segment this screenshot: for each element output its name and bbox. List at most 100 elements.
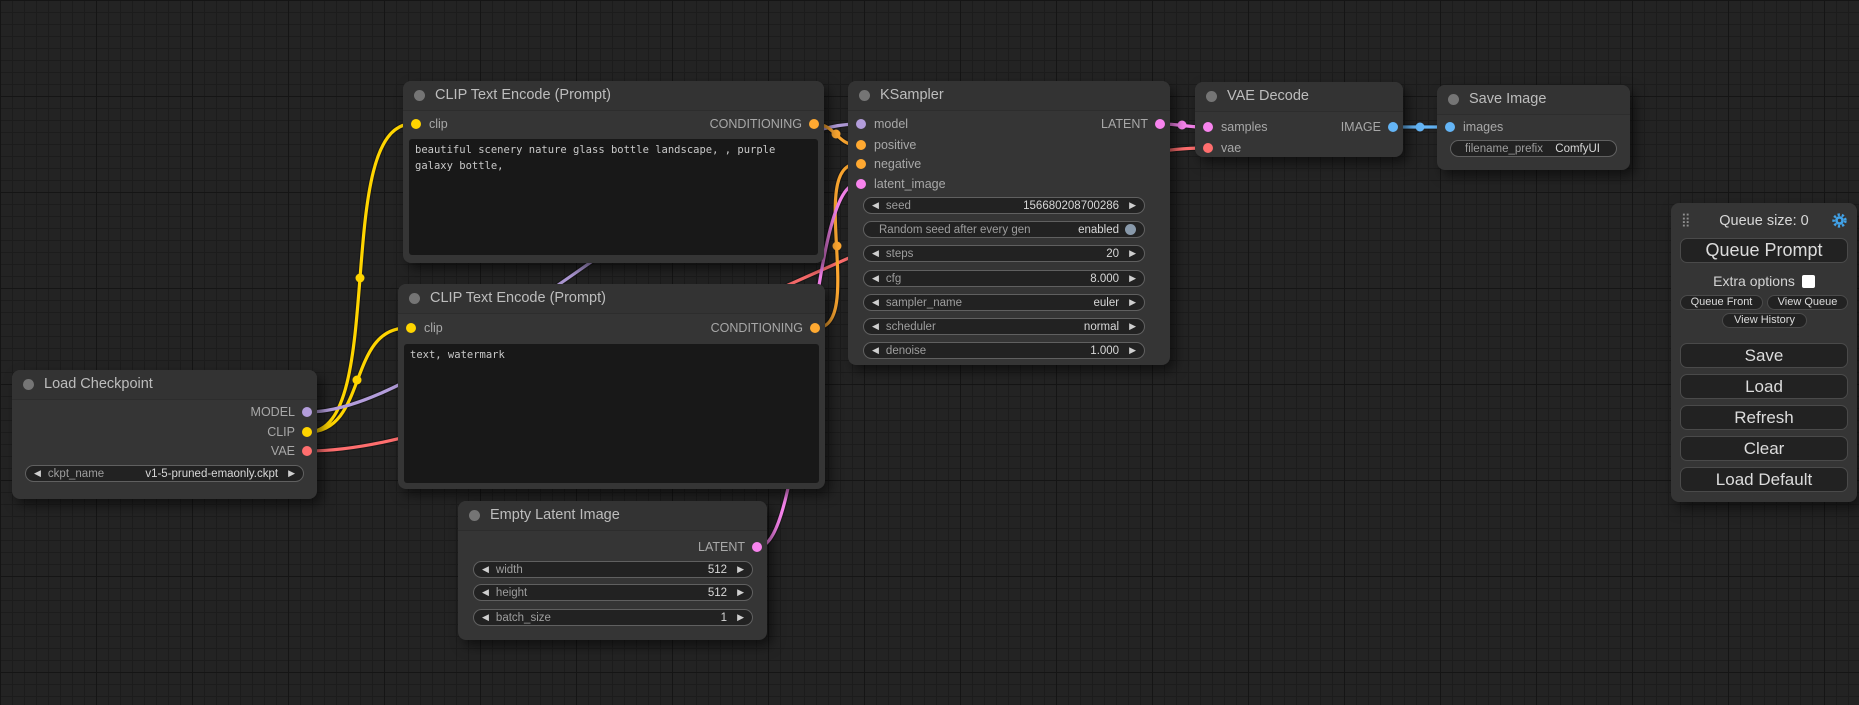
arrow-right-icon[interactable]: ▶: [1129, 294, 1136, 311]
denoise-widget[interactable]: ◀ denoise 1.000 ▶: [863, 342, 1145, 359]
arrow-right-icon[interactable]: ▶: [1129, 197, 1136, 214]
node-title: Load Checkpoint: [44, 376, 153, 392]
node-title-bar[interactable]: KSampler: [848, 81, 1170, 111]
arrow-left-icon[interactable]: ◀: [872, 245, 879, 262]
latent-output-port[interactable]: [1155, 119, 1165, 129]
node-load-checkpoint[interactable]: Load Checkpoint MODEL CLIP VAE ◀ ckpt_na…: [12, 370, 317, 499]
collapse-dot-icon[interactable]: [1448, 94, 1459, 105]
latent-image-input-port[interactable]: [856, 179, 866, 189]
arrow-left-icon[interactable]: ◀: [872, 197, 879, 214]
clip-output-port[interactable]: [302, 427, 312, 437]
latent-output-port[interactable]: [752, 542, 762, 552]
collapse-dot-icon[interactable]: [409, 293, 420, 304]
node-title: CLIP Text Encode (Prompt): [435, 87, 611, 103]
arrow-left-icon[interactable]: ◀: [872, 342, 879, 359]
negative-prompt-textarea[interactable]: text, watermark: [404, 344, 819, 483]
queue-panel[interactable]: ⣿ Queue size: 0 Queue Prompt Extra optio…: [1671, 203, 1857, 502]
conditioning-output-port[interactable]: [810, 323, 820, 333]
output-label-clip: CLIP: [267, 425, 295, 439]
output-label-model: MODEL: [251, 405, 295, 419]
settings-gear-icon[interactable]: [1831, 212, 1848, 229]
arrow-left-icon[interactable]: ◀: [872, 270, 879, 287]
node-title-bar[interactable]: CLIP Text Encode (Prompt): [398, 284, 825, 314]
arrow-right-icon[interactable]: ▶: [1129, 245, 1136, 262]
node-clip-text-encode-positive[interactable]: CLIP Text Encode (Prompt) clip CONDITION…: [403, 81, 824, 263]
cfg-widget[interactable]: ◀ cfg 8.000 ▶: [863, 270, 1145, 287]
filename-prefix-widget[interactable]: filename_prefix ComfyUI: [1450, 140, 1617, 157]
arrow-right-icon[interactable]: ▶: [1129, 270, 1136, 287]
node-title: Empty Latent Image: [490, 507, 620, 523]
view-queue-button[interactable]: View Queue: [1767, 295, 1848, 310]
seed-widget[interactable]: ◀ seed 156680208700286 ▶: [863, 197, 1145, 214]
save-button[interactable]: Save: [1680, 343, 1848, 368]
output-label-image: IMAGE: [1341, 120, 1381, 134]
image-output-port[interactable]: [1388, 122, 1398, 132]
height-widget[interactable]: ◀ height 512 ▶: [473, 584, 753, 601]
ckpt-name-widget[interactable]: ◀ ckpt_name v1-5-pruned-emaonly.ckpt ▶: [25, 465, 304, 482]
collapse-dot-icon[interactable]: [469, 510, 480, 521]
node-vae-decode[interactable]: VAE Decode samples IMAGE vae: [1195, 82, 1403, 157]
output-label-conditioning: CONDITIONING: [711, 321, 803, 335]
refresh-button[interactable]: Refresh: [1680, 405, 1848, 430]
arrow-right-icon[interactable]: ▶: [737, 561, 744, 578]
queue-size-label: Queue size: 0: [1671, 212, 1857, 230]
arrow-right-icon[interactable]: ▶: [737, 609, 744, 626]
node-ksampler[interactable]: KSampler model LATENT positive negative …: [848, 81, 1170, 365]
random-seed-toggle-widget[interactable]: Random seed after every gen enabled: [863, 221, 1145, 238]
node-title: VAE Decode: [1227, 88, 1309, 104]
arrow-left-icon[interactable]: ◀: [34, 465, 41, 482]
output-label-latent: LATENT: [698, 540, 745, 554]
load-button[interactable]: Load: [1680, 374, 1848, 399]
extra-options-checkbox[interactable]: [1802, 275, 1815, 288]
clear-button[interactable]: Clear: [1680, 436, 1848, 461]
collapse-dot-icon[interactable]: [23, 379, 34, 390]
arrow-left-icon[interactable]: ◀: [872, 318, 879, 335]
node-title-bar[interactable]: CLIP Text Encode (Prompt): [403, 81, 824, 111]
queue-front-button[interactable]: Queue Front: [1680, 295, 1763, 310]
node-title: KSampler: [880, 87, 944, 103]
width-widget[interactable]: ◀ width 512 ▶: [473, 561, 753, 578]
extra-options-row: Extra options: [1671, 273, 1857, 289]
images-input-port[interactable]: [1445, 122, 1455, 132]
batch-size-widget[interactable]: ◀ batch_size 1 ▶: [473, 609, 753, 626]
sampler-name-widget[interactable]: ◀ sampler_name euler ▶: [863, 294, 1145, 311]
positive-input-port[interactable]: [856, 140, 866, 150]
extra-options-label: Extra options: [1713, 273, 1795, 289]
arrow-left-icon[interactable]: ◀: [482, 561, 489, 578]
steps-widget[interactable]: ◀ steps 20 ▶: [863, 245, 1145, 262]
arrow-right-icon[interactable]: ▶: [1129, 318, 1136, 335]
arrow-right-icon[interactable]: ▶: [288, 465, 295, 482]
arrow-left-icon[interactable]: ◀: [482, 584, 489, 601]
queue-prompt-button[interactable]: Queue Prompt: [1680, 238, 1848, 263]
toggle-dot-icon[interactable]: [1125, 224, 1136, 235]
output-label-latent: LATENT: [1101, 117, 1148, 131]
collapse-dot-icon[interactable]: [859, 90, 870, 101]
node-clip-text-encode-negative[interactable]: CLIP Text Encode (Prompt) clip CONDITION…: [398, 284, 825, 489]
node-title-bar[interactable]: VAE Decode: [1195, 82, 1403, 112]
node-title-bar[interactable]: Empty Latent Image: [458, 501, 767, 531]
model-output-port[interactable]: [302, 407, 312, 417]
output-label-vae: VAE: [271, 444, 295, 458]
arrow-left-icon[interactable]: ◀: [482, 609, 489, 626]
conditioning-output-port[interactable]: [809, 119, 819, 129]
vae-output-port[interactable]: [302, 446, 312, 456]
node-save-image[interactable]: Save Image images filename_prefix ComfyU…: [1437, 85, 1630, 170]
collapse-dot-icon[interactable]: [414, 90, 425, 101]
arrow-right-icon[interactable]: ▶: [737, 584, 744, 601]
node-graph-canvas[interactable]: Load Checkpoint MODEL CLIP VAE ◀ ckpt_na…: [0, 0, 1859, 705]
load-default-button[interactable]: Load Default: [1680, 467, 1848, 492]
collapse-dot-icon[interactable]: [1206, 91, 1217, 102]
node-title: CLIP Text Encode (Prompt): [430, 290, 606, 306]
arrow-right-icon[interactable]: ▶: [1129, 342, 1136, 359]
negative-input-port[interactable]: [856, 159, 866, 169]
vae-input-port[interactable]: [1203, 143, 1213, 153]
node-title-bar[interactable]: Load Checkpoint: [12, 370, 317, 400]
arrow-left-icon[interactable]: ◀: [872, 294, 879, 311]
view-history-button[interactable]: View History: [1722, 313, 1807, 328]
node-title: Save Image: [1469, 91, 1546, 107]
node-empty-latent-image[interactable]: Empty Latent Image LATENT ◀ width 512 ▶ …: [458, 501, 767, 640]
scheduler-widget[interactable]: ◀ scheduler normal ▶: [863, 318, 1145, 335]
positive-prompt-textarea[interactable]: beautiful scenery nature glass bottle la…: [409, 139, 818, 255]
node-title-bar[interactable]: Save Image: [1437, 85, 1630, 115]
output-label-conditioning: CONDITIONING: [710, 117, 802, 131]
